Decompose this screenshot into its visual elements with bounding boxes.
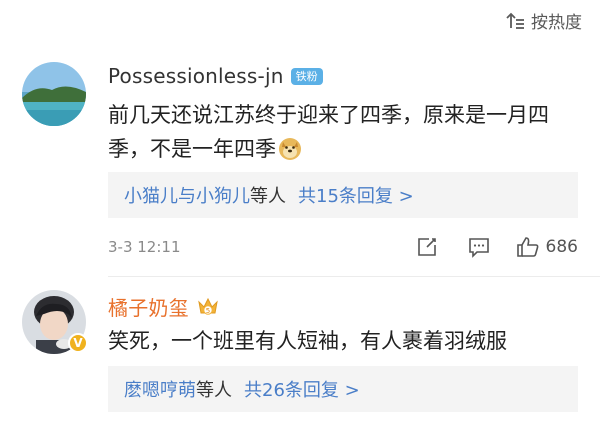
sort-label: 按热度 [531, 13, 582, 33]
reply-suffix: 等人 [196, 380, 232, 401]
reply-count-link[interactable]: 共26条回复 > [244, 376, 360, 402]
crown-level-badge-icon: 5 [196, 296, 220, 318]
share-icon [417, 238, 436, 256]
reply-count-link[interactable]: 共15条回复 > [298, 182, 414, 208]
svg-text:5: 5 [206, 306, 210, 314]
sort-by-heat-button[interactable]: 按热度 [505, 8, 582, 33]
comment-icon [468, 238, 489, 258]
sort-icon [505, 12, 525, 30]
reply-suffix: 等人 [250, 186, 286, 207]
username[interactable]: Possessionless-jn [108, 64, 284, 88]
reply-users[interactable]: 小猫儿与小狗儿 [124, 182, 250, 208]
avatar[interactable] [22, 62, 86, 126]
doge-emoji-icon [278, 137, 302, 171]
replies-preview[interactable]: 麽嗯哼萌 等人 共26条回复 > [108, 366, 578, 412]
like-button[interactable]: 686 [516, 236, 578, 258]
divider [108, 276, 600, 277]
comment-text: 笑死，一个班里有人短袖，有人裹着羽绒服 [108, 329, 507, 353]
timestamp: 3-3 12:11 [108, 238, 181, 256]
verified-badge-icon: V [68, 333, 88, 353]
replies-preview[interactable]: 小猫儿与小狗儿 等人 共15条回复 > [108, 172, 578, 218]
share-button[interactable] [412, 236, 442, 258]
reply-users[interactable]: 麽嗯哼萌 [124, 376, 196, 402]
thumbs-up-icon [516, 237, 538, 257]
comment-button[interactable] [464, 236, 494, 258]
like-count: 686 [545, 237, 578, 257]
fan-badge: 铁粉 [290, 67, 323, 85]
username[interactable]: 橘子奶玺 [108, 292, 189, 321]
comment-text: 前几天还说江苏终于迎来了四季，原来是一月四季，不是一年四季 [108, 98, 578, 171]
